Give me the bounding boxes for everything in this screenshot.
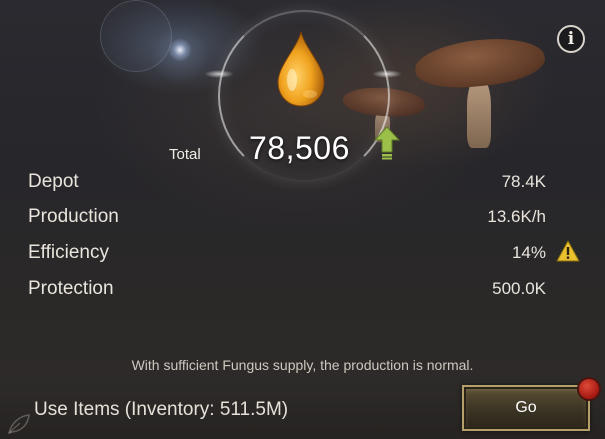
- total-value: 78,506: [249, 130, 350, 166]
- stat-value-depot: 78.4K: [501, 172, 546, 191]
- info-icon: i: [567, 29, 575, 49]
- stat-value-efficiency: 14%: [511, 243, 546, 262]
- ring-glow: [204, 70, 234, 78]
- stat-label-production: Production: [28, 206, 119, 227]
- notification-dot: [579, 379, 599, 399]
- light-bokeh: [168, 38, 192, 62]
- stat-label-efficiency: Efficiency: [28, 242, 109, 263]
- stat-value-protection: 500.0K: [492, 279, 546, 298]
- stat-label-depot: Depot: [28, 171, 79, 192]
- stat-value-production: 13.6K/h: [487, 207, 546, 226]
- go-button-label: Go: [515, 399, 537, 416]
- stat-label-protection: Protection: [28, 278, 114, 299]
- production-notice: With sufficient Fungus supply, the produ…: [131, 357, 474, 373]
- total-label: Total: [169, 146, 201, 163]
- info-button[interactable]: i: [557, 25, 585, 53]
- warning-icon[interactable]: [556, 240, 580, 262]
- leaf-icon: [7, 414, 30, 435]
- oil-drop-icon: [277, 31, 325, 107]
- use-items-label: Use Items (Inventory: 511.5M): [34, 399, 289, 420]
- up-arrow-icon: [374, 126, 400, 160]
- go-button[interactable]: Go: [462, 385, 590, 431]
- ring-glow: [372, 70, 402, 78]
